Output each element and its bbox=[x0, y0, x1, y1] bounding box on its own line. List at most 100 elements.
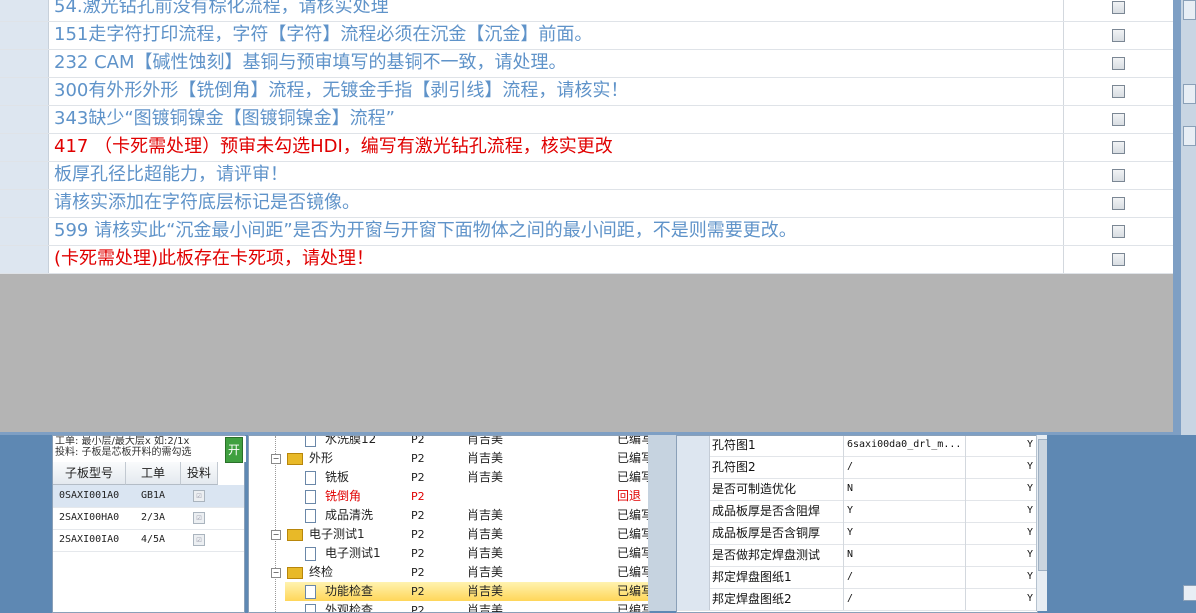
message-row[interactable]: 请核实添加在字符底层标记是否镜像。 bbox=[0, 190, 1173, 218]
background-window-button[interactable] bbox=[1183, 126, 1196, 146]
process-row[interactable]: 水洗膜12 P2 肖吉美 已编写 bbox=[249, 435, 649, 449]
subboard-row[interactable]: 0SAXI001A0 GB1A ☑ bbox=[53, 485, 244, 508]
acknowledge-checkbox[interactable] bbox=[1112, 253, 1125, 266]
row-header[interactable] bbox=[0, 218, 49, 245]
property-row[interactable]: 是否做邦定焊盘测试 N Y bbox=[677, 544, 1037, 567]
message-row[interactable]: 板厚孔径比超能力，请评审！ bbox=[0, 162, 1173, 190]
subboard-row[interactable]: 2SAXI00IA0 4/5A ☑ bbox=[53, 529, 244, 552]
message-text: (卡死需处理)此板存在卡死项，请处理！ bbox=[54, 248, 375, 269]
acknowledge-checkbox[interactable] bbox=[1112, 1, 1125, 14]
document-icon bbox=[305, 490, 316, 504]
column-divider bbox=[843, 566, 844, 588]
process-name: 铣板 bbox=[325, 470, 350, 484]
row-header[interactable] bbox=[0, 246, 49, 273]
message-row[interactable]: 599 请核实此“沉金最小间距”是否为开窗与开窗下面物体之间的最小间距，不是则需… bbox=[0, 218, 1173, 246]
row-header[interactable] bbox=[0, 106, 49, 133]
acknowledge-checkbox[interactable] bbox=[1112, 85, 1125, 98]
properties-scrollbar[interactable] bbox=[1036, 435, 1048, 611]
process-row[interactable]: 铣板 P2 肖吉美 已编写 bbox=[249, 468, 649, 487]
property-value[interactable]: Y bbox=[847, 522, 853, 544]
background-window-button[interactable] bbox=[1183, 84, 1196, 104]
process-tree-panel: 水洗膜12 P2 肖吉美 已编写 − 外形 P2 肖吉美 已编写 铣板 P2 肖吉美 已编写 铣倒角 P2 回… bbox=[248, 435, 650, 613]
process-person: 肖吉美 bbox=[467, 565, 504, 579]
row-header[interactable] bbox=[677, 478, 710, 500]
property-value[interactable]: N bbox=[847, 478, 853, 500]
property-row[interactable]: 孔符图2 / Y bbox=[677, 456, 1037, 479]
message-row[interactable]: 300有外形外形【铣倒角】流程，无镀金手指【剥引线】流程，请核实！ bbox=[0, 78, 1173, 106]
column-divider bbox=[1063, 218, 1064, 245]
property-value[interactable]: / bbox=[847, 456, 853, 478]
property-value[interactable]: / bbox=[847, 588, 853, 610]
property-row[interactable]: 是否可制造优化 N Y bbox=[677, 478, 1037, 501]
background-window-button[interactable] bbox=[1183, 585, 1196, 601]
background-window-button[interactable] bbox=[1183, 0, 1196, 20]
row-header[interactable] bbox=[0, 50, 49, 77]
subboard-row[interactable]: 2SAXI00HA0 2/3A ☑ bbox=[53, 507, 244, 530]
property-row[interactable]: 成品板厚是否含铜厚 Y Y bbox=[677, 522, 1037, 545]
process-row[interactable]: − 外形 P2 肖吉美 已编写 bbox=[249, 449, 649, 468]
message-row[interactable]: 417 （卡死需处理）预审未勾选HDI，编写有激光钻孔流程，核实更改 bbox=[0, 134, 1173, 162]
property-value[interactable]: / bbox=[847, 566, 853, 588]
col-header-order[interactable]: 工单 bbox=[126, 462, 181, 485]
subboard-model: 2SAXI00HA0 bbox=[59, 512, 120, 523]
collapse-toggle[interactable]: − bbox=[271, 568, 281, 578]
collapse-toggle[interactable]: − bbox=[271, 530, 281, 540]
acknowledge-checkbox[interactable] bbox=[1112, 225, 1125, 238]
property-value[interactable]: 6saxi00da0_drl_m... bbox=[847, 436, 961, 456]
collapse-toggle[interactable]: − bbox=[271, 454, 281, 464]
row-header[interactable] bbox=[677, 436, 710, 456]
splitter[interactable] bbox=[648, 435, 676, 611]
message-row[interactable]: 232 CAM【碱性蚀刻】基铜与预审填写的基铜不一致，请处理。 bbox=[0, 50, 1173, 78]
process-name: 铣倒角 bbox=[325, 489, 362, 503]
process-row[interactable]: 铣倒角 P2 回退 bbox=[249, 487, 649, 506]
row-header[interactable] bbox=[0, 22, 49, 49]
property-row[interactable]: 邦定焊盘图纸1 / Y bbox=[677, 566, 1037, 589]
col-header-feed[interactable]: 投料 bbox=[181, 462, 218, 485]
process-row[interactable]: 电子测试1 P2 肖吉美 已编写 bbox=[249, 544, 649, 563]
row-header[interactable] bbox=[677, 588, 710, 610]
property-row[interactable]: 孔符图1 6saxi00da0_drl_m... Y bbox=[677, 436, 1037, 457]
row-header[interactable] bbox=[677, 544, 710, 566]
feed-checkbox[interactable]: ☑ bbox=[193, 512, 205, 524]
row-header[interactable] bbox=[677, 566, 710, 588]
background-window-edge bbox=[1181, 0, 1196, 440]
process-row[interactable]: 功能检查 P2 肖吉美 已编写 bbox=[285, 582, 649, 601]
property-value[interactable]: Y bbox=[847, 500, 853, 522]
column-divider bbox=[965, 456, 966, 478]
row-header[interactable] bbox=[0, 78, 49, 105]
message-row[interactable]: 151走字符打印流程，字符【字符】流程必须在沉金【沉金】前面。 bbox=[0, 22, 1173, 50]
row-header[interactable] bbox=[0, 134, 49, 161]
process-row[interactable]: − 终检 P2 肖吉美 已编写 bbox=[249, 563, 649, 582]
feed-checkbox[interactable]: ☑ bbox=[193, 534, 205, 546]
column-divider bbox=[965, 500, 966, 522]
process-person: 肖吉美 bbox=[467, 435, 504, 446]
acknowledge-checkbox[interactable] bbox=[1112, 197, 1125, 210]
message-row[interactable]: 54.激光钻孔前没有棕化流程，请核实处理 bbox=[0, 0, 1173, 22]
property-row[interactable]: 成品板厚是否含阻焊 Y Y bbox=[677, 500, 1037, 523]
property-flag: Y bbox=[1027, 527, 1034, 538]
process-row[interactable]: − 电子测试1 P2 肖吉美 已编写 bbox=[249, 525, 649, 544]
acknowledge-checkbox[interactable] bbox=[1112, 29, 1125, 42]
process-name: 成品清洗 bbox=[325, 508, 374, 522]
acknowledge-checkbox[interactable] bbox=[1112, 57, 1125, 70]
property-value[interactable]: N bbox=[847, 544, 853, 566]
feed-checkbox[interactable]: ☑ bbox=[193, 490, 205, 502]
row-header[interactable] bbox=[677, 456, 710, 478]
row-header[interactable] bbox=[0, 162, 49, 189]
acknowledge-checkbox[interactable] bbox=[1112, 169, 1125, 182]
row-header[interactable] bbox=[0, 0, 49, 21]
message-row[interactable]: (卡死需处理)此板存在卡死项，请处理！ bbox=[0, 246, 1173, 274]
acknowledge-checkbox[interactable] bbox=[1112, 113, 1125, 126]
property-row[interactable]: 邦定焊盘图纸2 / Y bbox=[677, 588, 1037, 611]
acknowledge-checkbox[interactable] bbox=[1112, 141, 1125, 154]
process-row[interactable]: 外观检查 P2 肖吉美 已编写 bbox=[249, 601, 649, 612]
subboard-order: 2/3A bbox=[141, 512, 166, 523]
row-header[interactable] bbox=[0, 190, 49, 217]
message-row[interactable]: 343缺少“图镀铜镍金【图镀铜镍金】流程” bbox=[0, 106, 1173, 134]
process-row[interactable]: 成品清洗 P2 肖吉美 已编写 bbox=[249, 506, 649, 525]
open-button[interactable]: 开 bbox=[225, 437, 243, 463]
row-header[interactable] bbox=[677, 500, 710, 522]
col-header-model[interactable]: 子板型号 bbox=[53, 462, 126, 485]
column-divider bbox=[1063, 78, 1064, 105]
row-header[interactable] bbox=[677, 522, 710, 544]
